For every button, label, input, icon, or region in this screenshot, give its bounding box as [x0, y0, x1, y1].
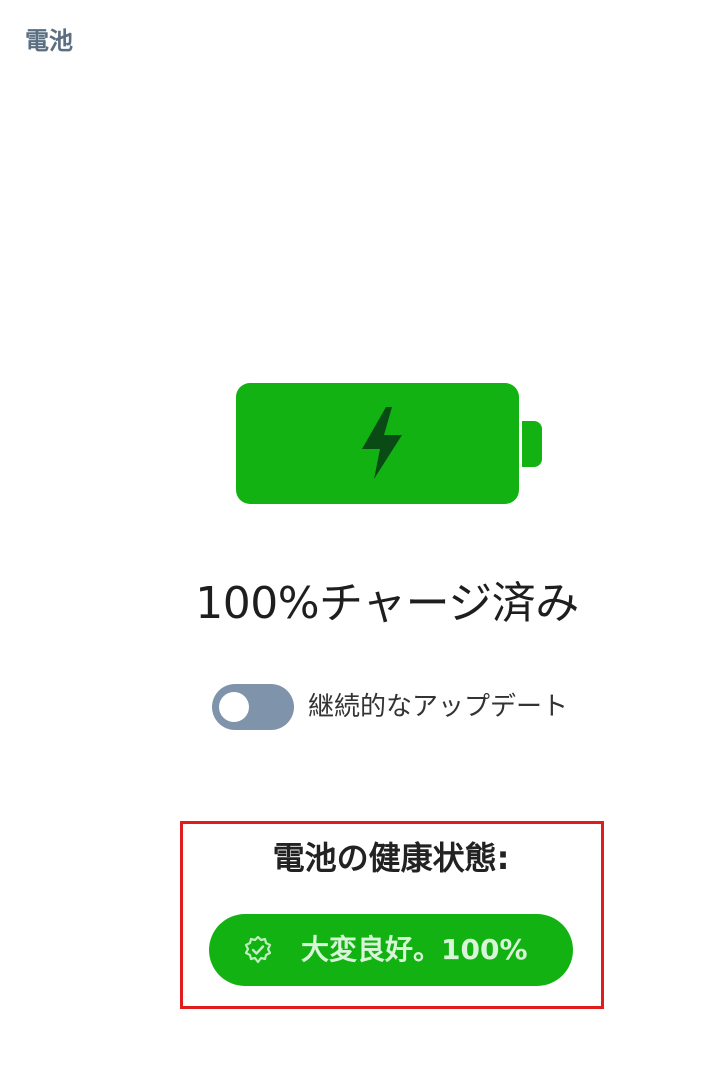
- battery-indicator: [236, 383, 542, 504]
- continuous-update-toggle[interactable]: [212, 684, 294, 730]
- battery-health-section: 電池の健康状態: 大変良好。100%: [180, 821, 604, 1009]
- continuous-update-row: 継続的なアップデート: [212, 684, 568, 730]
- battery-health-title: 電池の健康状態:: [272, 839, 510, 877]
- battery-body: [236, 383, 519, 504]
- toggle-knob: [219, 692, 249, 722]
- battery-terminal: [522, 421, 542, 467]
- page-title: 電池: [25, 27, 73, 55]
- charge-status-text: 100%チャージ済み: [195, 578, 579, 629]
- verified-badge-icon: [244, 935, 272, 964]
- lightning-bolt-icon: [362, 407, 402, 479]
- continuous-update-label: 継続的なアップデート: [308, 692, 569, 722]
- battery-health-badge: 大変良好。100%: [209, 914, 573, 986]
- battery-health-value: 大変良好。100%: [301, 933, 528, 966]
